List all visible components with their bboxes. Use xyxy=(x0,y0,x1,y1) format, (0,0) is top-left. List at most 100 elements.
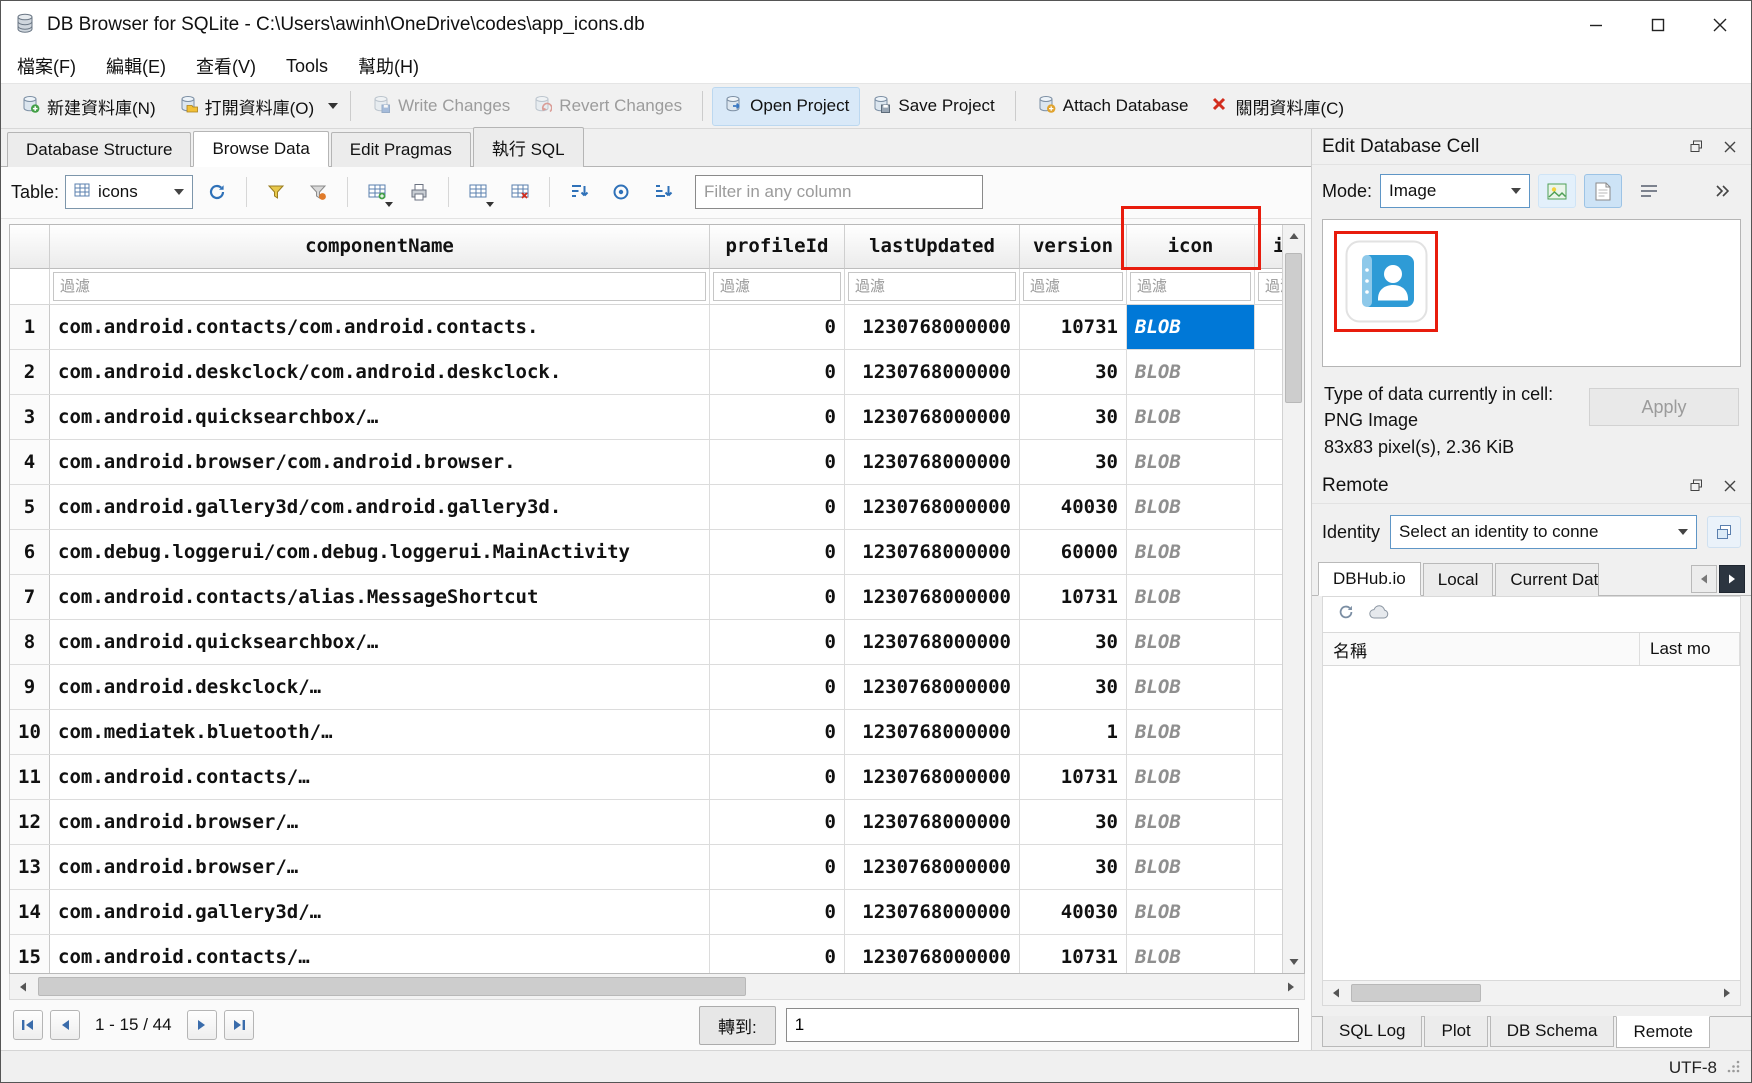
encoding-indicator[interactable]: UTF-8 xyxy=(1669,1058,1717,1078)
cell-version[interactable]: 40030 xyxy=(1020,890,1127,934)
dock-tab-plot[interactable]: Plot xyxy=(1424,1016,1487,1047)
float-panel-icon[interactable] xyxy=(1685,475,1707,497)
cell-version[interactable]: 40030 xyxy=(1020,485,1127,529)
cell-profileId[interactable]: 0 xyxy=(710,485,845,529)
attach-database-button[interactable]: Attach Database xyxy=(1025,87,1200,126)
cell-lastUpdated[interactable]: 1230768000000 xyxy=(845,485,1020,529)
cell-icon[interactable]: BLOB xyxy=(1127,890,1255,934)
next-page-button[interactable] xyxy=(187,1010,217,1040)
cell-lastUpdated[interactable]: 1230768000000 xyxy=(845,575,1020,619)
column-header-componentName[interactable]: componentName xyxy=(50,225,710,269)
menu-edit[interactable]: 編輯(E) xyxy=(106,53,166,79)
row-number[interactable]: 5 xyxy=(10,485,50,529)
cell-clipped[interactable] xyxy=(1255,935,1282,974)
cell-componentName[interactable]: com.android.browser/… xyxy=(50,845,710,889)
cell-clipped[interactable] xyxy=(1255,305,1282,349)
cell-icon[interactable]: BLOB xyxy=(1127,305,1255,349)
cell-version[interactable]: 60000 xyxy=(1020,530,1127,574)
cell-icon[interactable]: BLOB xyxy=(1127,710,1255,754)
text-view-button[interactable] xyxy=(1584,174,1622,208)
row-number[interactable]: 8 xyxy=(10,620,50,664)
horizontal-scroll-thumb[interactable] xyxy=(38,977,746,996)
resize-grip-icon[interactable] xyxy=(1727,1058,1741,1078)
menu-help[interactable]: 幫助(H) xyxy=(358,53,419,79)
dock-tab-remote[interactable]: Remote xyxy=(1616,1016,1710,1048)
cell-lastUpdated[interactable]: 1230768000000 xyxy=(845,395,1020,439)
cell-version[interactable]: 30 xyxy=(1020,620,1127,664)
cell-icon[interactable]: BLOB xyxy=(1127,440,1255,484)
filter-version-input[interactable] xyxy=(1023,272,1123,301)
table-row[interactable]: 4 com.android.browser/com.android.browse… xyxy=(10,440,1282,485)
column-header-version[interactable]: version xyxy=(1020,225,1127,269)
cell-lastUpdated[interactable]: 1230768000000 xyxy=(845,755,1020,799)
remote-file-list[interactable] xyxy=(1322,666,1741,980)
cell-version[interactable]: 30 xyxy=(1020,845,1127,889)
tab-scroll-right-button[interactable] xyxy=(1719,565,1745,593)
cell-version[interactable]: 30 xyxy=(1020,665,1127,709)
cell-lastUpdated[interactable]: 1230768000000 xyxy=(845,665,1020,709)
float-panel-icon[interactable] xyxy=(1685,136,1707,158)
cell-icon[interactable]: BLOB xyxy=(1127,755,1255,799)
cell-componentName[interactable]: com.android.gallery3d/… xyxy=(50,890,710,934)
cell-icon[interactable]: BLOB xyxy=(1127,620,1255,664)
tab-database-structure[interactable]: Database Structure xyxy=(7,132,191,167)
cell-profileId[interactable]: 0 xyxy=(710,620,845,664)
cell-icon[interactable]: BLOB xyxy=(1127,845,1255,889)
revert-changes-button[interactable]: Revert Changes xyxy=(521,87,693,126)
toolbar-overflow-icon[interactable] xyxy=(1703,174,1741,208)
cell-profileId[interactable]: 0 xyxy=(710,305,845,349)
remote-upload-icon[interactable] xyxy=(1369,605,1389,625)
row-number[interactable]: 9 xyxy=(10,665,50,709)
scroll-left-button[interactable] xyxy=(1323,981,1349,1005)
table-row[interactable]: 14 com.android.gallery3d/… 0 12307680000… xyxy=(10,890,1282,935)
cell-componentName[interactable]: com.android.contacts/com.android.contact… xyxy=(50,305,710,349)
cell-clipped[interactable] xyxy=(1255,530,1282,574)
new-database-button[interactable]: 新建資料庫(N) xyxy=(9,87,167,126)
cell-lastUpdated[interactable]: 1230768000000 xyxy=(845,710,1020,754)
goto-record-input[interactable] xyxy=(786,1008,1299,1042)
identity-select[interactable]: Select an identity to conne xyxy=(1390,515,1697,549)
cell-profileId[interactable]: 0 xyxy=(710,710,845,754)
column-header-lastUpdated[interactable]: lastUpdated xyxy=(845,225,1020,269)
filter-icon-input[interactable] xyxy=(1130,272,1251,301)
cell-componentName[interactable]: com.android.deskclock/com.android.deskcl… xyxy=(50,350,710,394)
table-row[interactable]: 3 com.android.quicksearchbox/… 0 1230768… xyxy=(10,395,1282,440)
remote-column-last-modified[interactable]: Last mo xyxy=(1640,633,1740,665)
open-database-dropdown[interactable] xyxy=(325,93,341,120)
cell-clipped[interactable] xyxy=(1255,485,1282,529)
cell-icon[interactable]: BLOB xyxy=(1127,800,1255,844)
save-project-button[interactable]: Save Project xyxy=(860,87,1005,126)
previous-page-button[interactable] xyxy=(50,1010,80,1040)
cell-componentName[interactable]: com.debug.loggerui/com.debug.loggerui.Ma… xyxy=(50,530,710,574)
cell-version[interactable]: 10731 xyxy=(1020,755,1127,799)
dock-tab-db-schema[interactable]: DB Schema xyxy=(1490,1016,1615,1047)
filter-lastUpdated-input[interactable] xyxy=(848,272,1016,301)
cell-componentName[interactable]: com.android.browser/com.android.browser. xyxy=(50,440,710,484)
import-data-button[interactable] xyxy=(1538,174,1576,208)
horizontal-scroll-thumb[interactable] xyxy=(1351,984,1481,1002)
table-row[interactable]: 2 com.android.deskclock/com.android.desk… xyxy=(10,350,1282,395)
cell-profileId[interactable]: 0 xyxy=(710,755,845,799)
column-header-profileId[interactable]: profileId xyxy=(710,225,845,269)
cell-lastUpdated[interactable]: 1230768000000 xyxy=(845,890,1020,934)
word-wrap-button[interactable] xyxy=(1630,174,1668,208)
tab-edit-pragmas[interactable]: Edit Pragmas xyxy=(331,132,471,167)
row-number[interactable]: 1 xyxy=(10,305,50,349)
row-number[interactable]: 11 xyxy=(10,755,50,799)
remote-horizontal-scrollbar[interactable] xyxy=(1322,980,1741,1006)
cell-lastUpdated[interactable]: 1230768000000 xyxy=(845,800,1020,844)
table-row[interactable]: 13 com.android.browser/… 0 1230768000000… xyxy=(10,845,1282,890)
cell-profileId[interactable]: 0 xyxy=(710,800,845,844)
cell-icon[interactable]: BLOB xyxy=(1127,350,1255,394)
goto-record-button[interactable] xyxy=(603,174,639,210)
cell-lastUpdated[interactable]: 1230768000000 xyxy=(845,620,1020,664)
table-row[interactable]: 8 com.android.quicksearchbox/… 0 1230768… xyxy=(10,620,1282,665)
cell-lastUpdated[interactable]: 1230768000000 xyxy=(845,935,1020,974)
maximize-button[interactable] xyxy=(1627,1,1689,49)
vertical-scroll-track[interactable] xyxy=(1283,247,1304,952)
cell-clipped[interactable] xyxy=(1255,665,1282,709)
cell-componentName[interactable]: com.android.deskclock/… xyxy=(50,665,710,709)
row-number[interactable]: 6 xyxy=(10,530,50,574)
cell-componentName[interactable]: com.android.contacts/alias.MessageShortc… xyxy=(50,575,710,619)
row-number[interactable]: 13 xyxy=(10,845,50,889)
